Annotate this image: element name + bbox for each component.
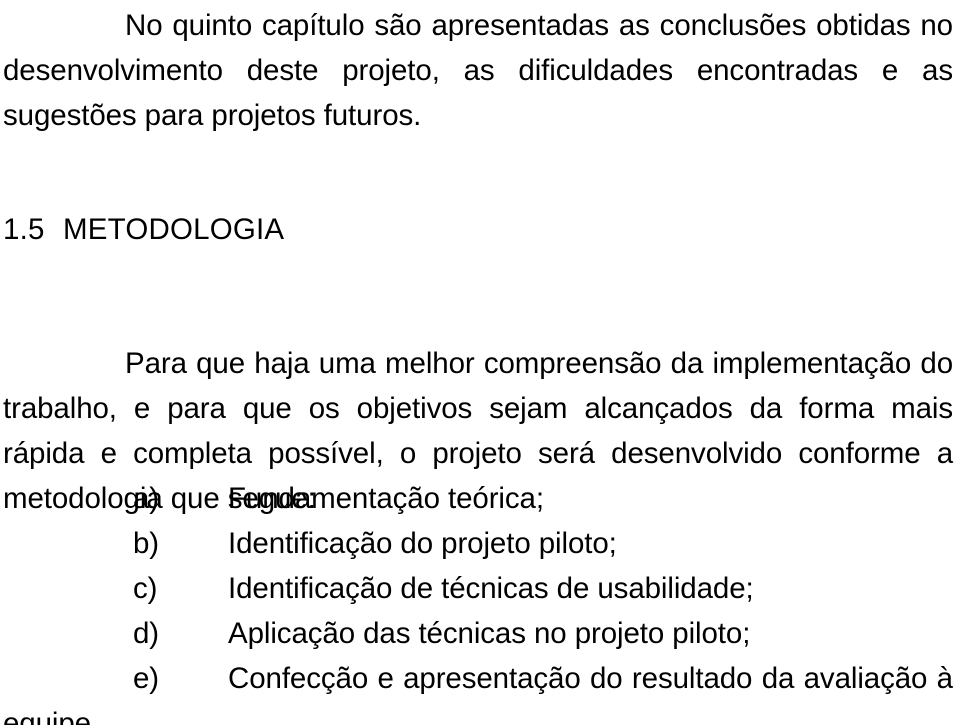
- list-item: a) Fundamentação teórica;: [3, 476, 953, 521]
- list-item: b) Identificação do projeto piloto;: [3, 521, 953, 566]
- list-item-label: Fundamentação teórica;: [228, 482, 544, 515]
- list-item: c) Identificação de técnicas de usabilid…: [3, 566, 953, 611]
- list-item-label: Identificação de técnicas de usabilidade…: [228, 572, 754, 605]
- document-page: No quinto capítulo são apresentadas as c…: [0, 0, 960, 725]
- section-heading: 1.5 METODOLOGIA: [3, 211, 284, 249]
- paragraph-intro: No quinto capítulo são apresentadas as c…: [3, 9, 953, 132]
- list-item: e) Confecção e apresentação do resultado …: [3, 656, 953, 725]
- list-item-marker: b): [133, 527, 160, 560]
- section-heading-title: METODOLOGIA: [63, 213, 285, 246]
- list-item-label: Identificação do projeto piloto;: [228, 527, 617, 560]
- list-item-marker: a): [133, 482, 160, 515]
- list-item-marker: e): [133, 662, 160, 695]
- metodologia-list: a) Fundamentação teórica; b) Identificaç…: [3, 476, 953, 725]
- list-item: d) Aplicação das técnicas no projeto pil…: [3, 611, 953, 656]
- list-item-label: Aplicação das técnicas no projeto piloto…: [228, 617, 751, 650]
- list-item-marker: d): [133, 617, 160, 650]
- section-heading-number: 1.5: [3, 213, 45, 246]
- list-item-marker: c): [133, 572, 158, 605]
